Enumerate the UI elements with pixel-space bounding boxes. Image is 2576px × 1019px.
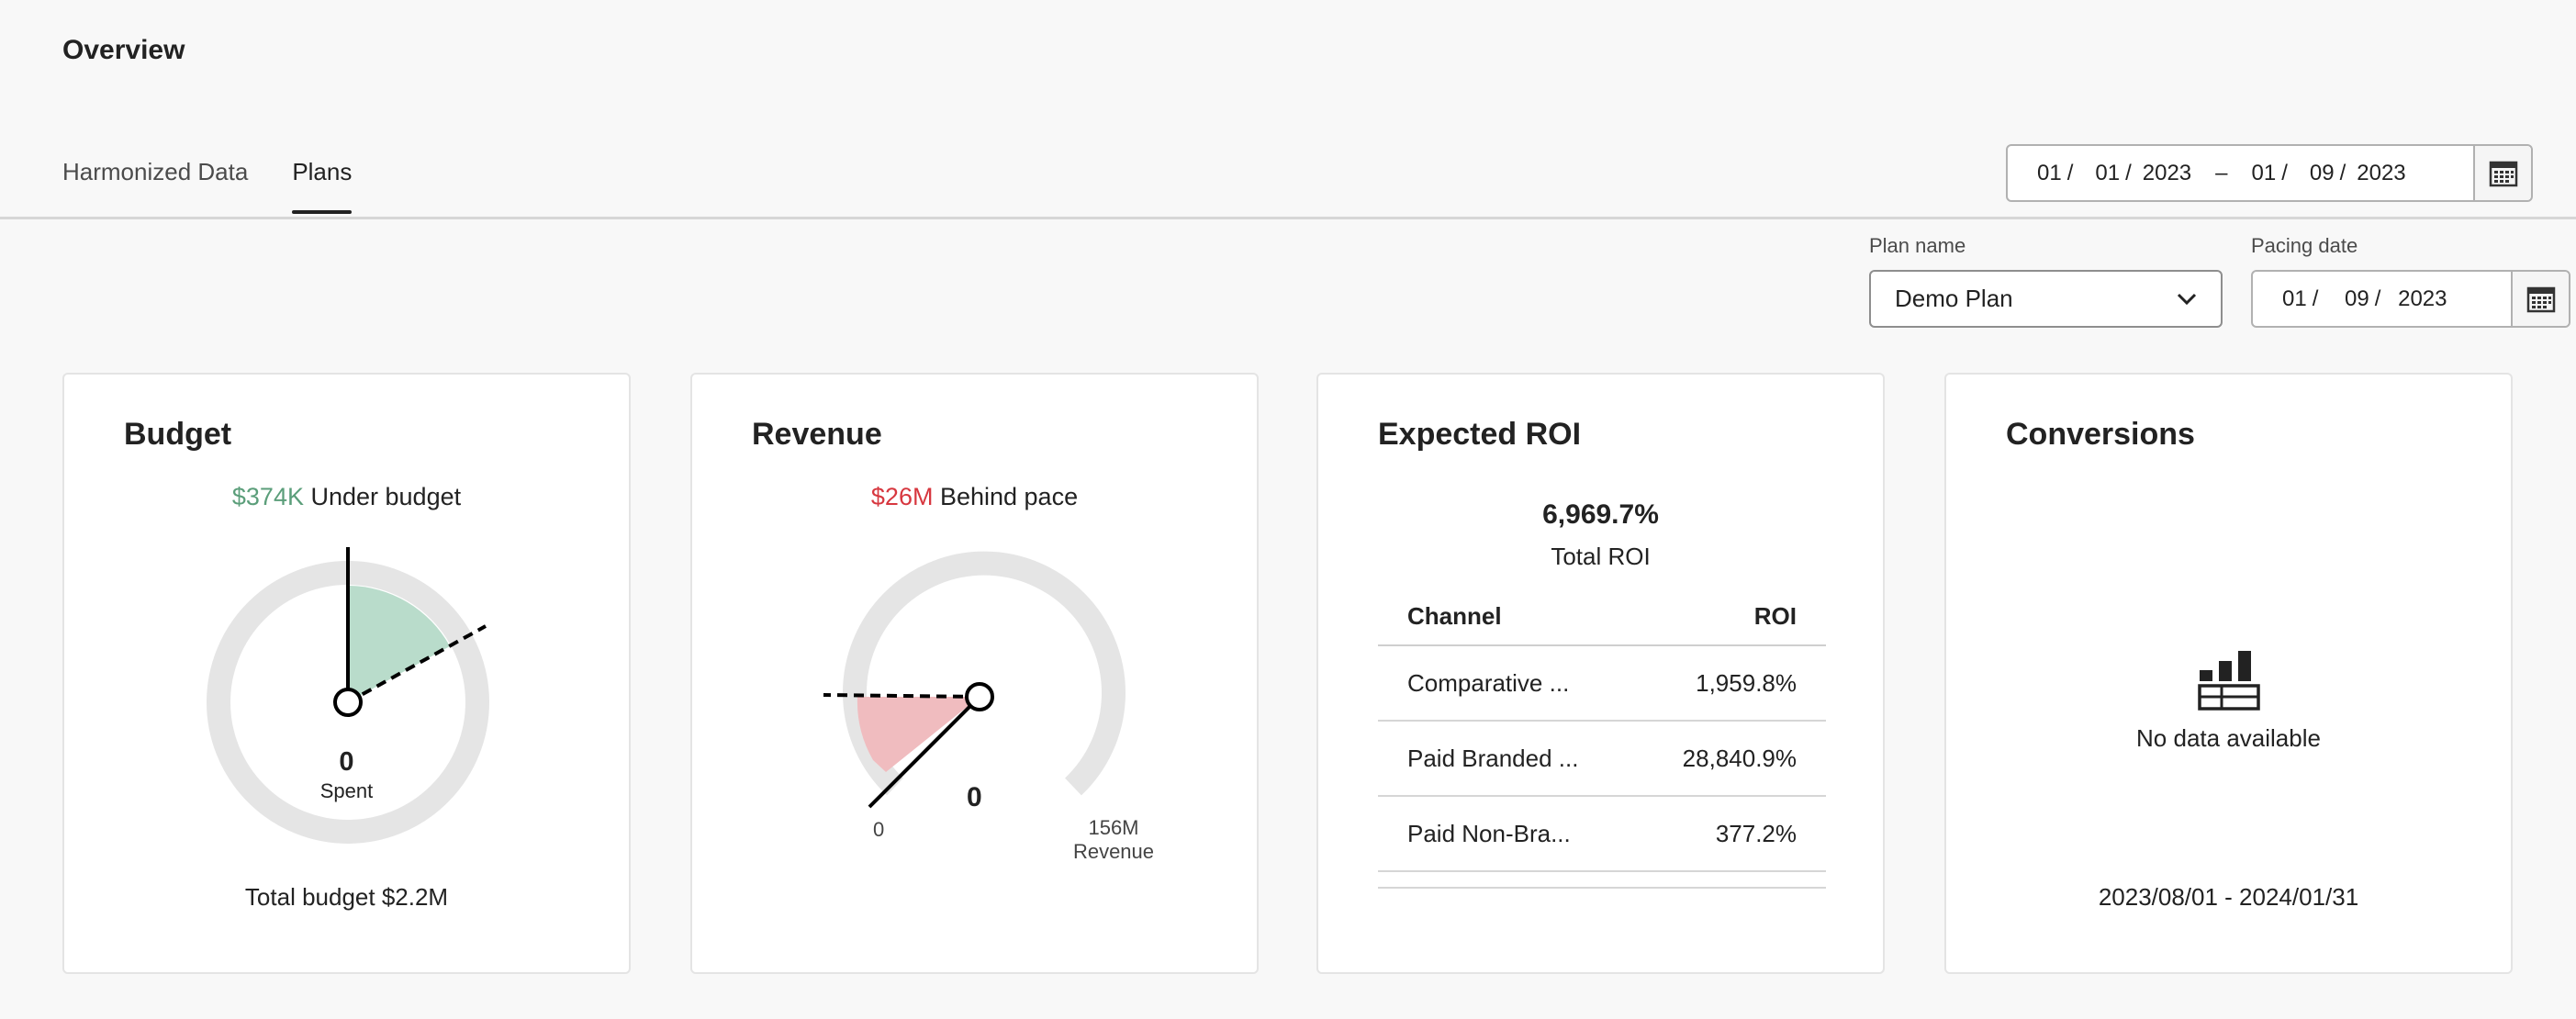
pacing-month[interactable]: 01 — [2282, 286, 2307, 311]
roi-channel: Paid Non-Bra... — [1407, 819, 1571, 847]
pacing-day[interactable]: 09 — [2345, 286, 2369, 311]
tab-list: Harmonized Data Plans — [62, 158, 353, 214]
revenue-max-label-wrap: 156M Revenue — [1054, 816, 1173, 864]
date-range-picker[interactable]: 01/ 01/ 2023 – 01/ 09/ 2023 — [2006, 144, 2533, 202]
roi-title: Expected ROI — [1378, 417, 1582, 452]
start-year[interactable]: 2023 — [2143, 161, 2191, 186]
roi-value: 377.2% — [1715, 819, 1797, 847]
no-data-state: No data available — [1946, 650, 2511, 753]
tab-harmonized-data[interactable]: Harmonized Data — [62, 158, 248, 214]
calendar-icon — [2489, 161, 2517, 186]
roi-col-channel[interactable]: Channel — [1407, 602, 1502, 631]
pacing-calendar-button[interactable] — [2511, 272, 2569, 326]
roi-table-header: Channel ROI — [1378, 588, 1826, 646]
revenue-max-label: 156M — [1088, 816, 1139, 839]
end-month[interactable]: 01 — [2252, 161, 2277, 186]
budget-total: Total budget $2.2M — [244, 883, 449, 911]
revenue-value: 0 — [967, 782, 982, 812]
revenue-gauge-pace-line — [823, 693, 980, 699]
date-range-fields[interactable]: 01/ 01/ 2023 – 01/ 09/ 2023 — [2008, 161, 2473, 186]
plan-name-value: Demo Plan — [1895, 285, 2013, 312]
calendar-icon — [2526, 286, 2555, 312]
roi-channel: Paid Branded ... — [1407, 744, 1579, 772]
roi-total-label: Total ROI — [1551, 543, 1651, 570]
tabs-divider — [0, 217, 2576, 219]
roi-table-end — [1378, 872, 1826, 889]
table-row[interactable]: Paid Non-Bra... 377.2% — [1378, 797, 1826, 872]
bar-chart-table-icon — [2197, 651, 2260, 711]
roi-value: 28,840.9% — [1682, 744, 1797, 772]
conversions-card: Conversions No data available 2023/08/01… — [1944, 373, 2513, 974]
no-data-text: No data available — [2136, 724, 2321, 752]
pacing-date-label: Pacing date — [2251, 234, 2358, 257]
table-row[interactable]: Comparative ... 1,959.8% — [1378, 646, 1826, 722]
chevron-down-icon — [2177, 293, 2197, 305]
date-range-calendar-button[interactable] — [2473, 146, 2531, 200]
pacing-date-picker[interactable]: 01/ 09/ 2023 — [2251, 270, 2570, 328]
start-day[interactable]: 01 — [2095, 161, 2120, 186]
budget-spent-value: 0 — [339, 747, 354, 777]
plan-name-select[interactable]: Demo Plan — [1869, 270, 2223, 328]
roi-table: Channel ROI Comparative ... 1,959.8% Pai… — [1378, 588, 1826, 889]
roi-value: 1,959.8% — [1696, 668, 1797, 697]
plan-name-label: Plan name — [1869, 234, 1966, 257]
revenue-max-caption: Revenue — [1072, 840, 1155, 863]
roi-col-roi[interactable]: ROI — [1754, 602, 1797, 631]
budget-spent-label: Spent — [319, 779, 374, 802]
revenue-gauge-hub — [965, 682, 994, 711]
roi-total-value: 6,969.7% — [1542, 499, 1659, 530]
page-title: Overview — [62, 35, 185, 65]
table-row[interactable]: Paid Branded ... 28,840.9% — [1378, 722, 1826, 797]
roi-card: Expected ROI 6,969.7% Total ROI Channel … — [1316, 373, 1885, 974]
revenue-min-label: 0 — [873, 818, 885, 841]
end-year[interactable]: 2023 — [2357, 161, 2405, 186]
budget-card: Budget $374K Under budget 0 Spent Total … — [62, 373, 631, 974]
budget-gauge-hub — [333, 688, 363, 717]
revenue-card: Revenue $26M Behind pace 0 0 156M Revenu… — [690, 373, 1259, 974]
range-separator: – — [2215, 160, 2228, 185]
pacing-year[interactable]: 2023 — [2398, 286, 2447, 311]
revenue-gauge-fill — [857, 697, 980, 772]
start-month[interactable]: 01 — [2037, 161, 2062, 186]
end-day[interactable]: 09 — [2310, 161, 2335, 186]
revenue-gauge — [823, 551, 1126, 809]
conversions-title: Conversions — [2006, 417, 2195, 452]
roi-channel: Comparative ... — [1407, 668, 1570, 697]
tab-plans[interactable]: Plans — [292, 158, 353, 214]
pacing-date-fields[interactable]: 01/ 09/ 2023 — [2253, 286, 2511, 312]
conversions-range: 2023/08/01 - 2024/01/31 — [2098, 883, 2359, 911]
